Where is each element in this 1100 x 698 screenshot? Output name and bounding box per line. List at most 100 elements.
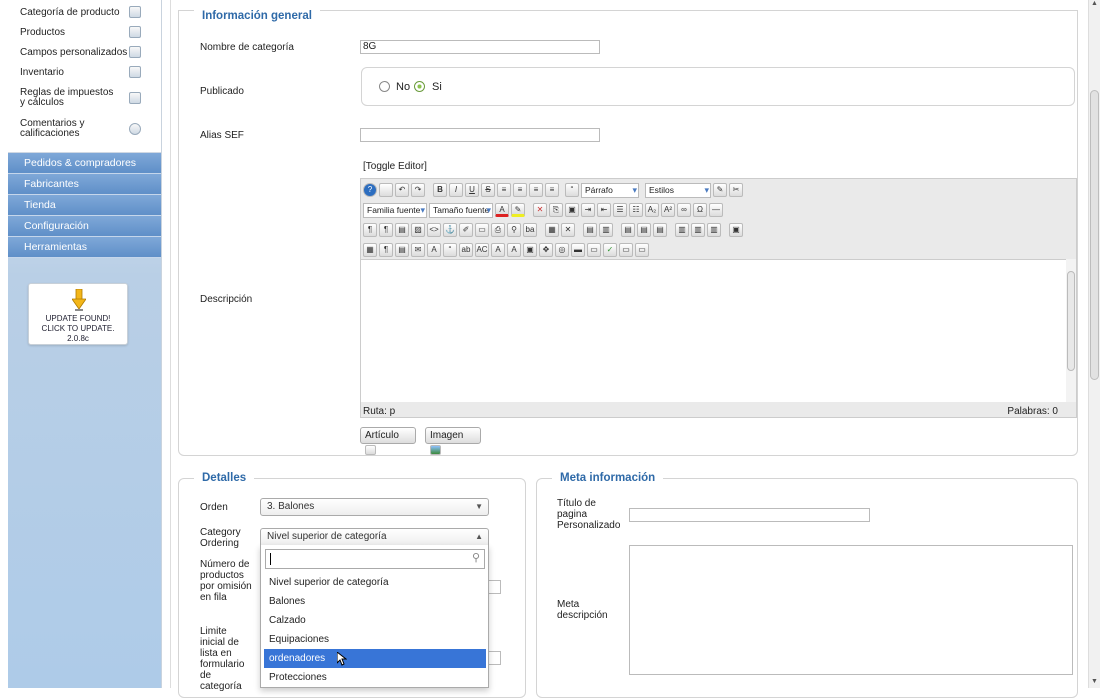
delete-table-icon[interactable]: ✕ xyxy=(561,223,575,237)
sidebar-item-product-category[interactable]: Categoría de producto xyxy=(8,2,161,22)
category-ordering-select[interactable]: Nivel superior de categoría ▲ xyxy=(260,528,489,546)
ordered-list-icon[interactable]: ☰ xyxy=(613,203,627,217)
style-props-icon[interactable]: A xyxy=(427,243,441,257)
sidebar-item-inventory[interactable]: Inventario xyxy=(8,62,161,82)
bold-icon[interactable]: B xyxy=(433,183,447,197)
sidebar-item-manufacturers[interactable]: Fabricantes xyxy=(8,174,161,195)
ins-icon[interactable]: A xyxy=(507,243,521,257)
sidebar-item-configuration[interactable]: Configuración xyxy=(8,216,161,237)
update-notice[interactable]: UPDATE FOUND! CLICK TO UPDATE. 2.0.8c xyxy=(28,283,128,345)
dropdown-option-highlighted[interactable]: ordenadores xyxy=(264,649,486,668)
code-icon[interactable]: <> xyxy=(427,223,441,237)
cell-props-icon[interactable]: ▥ xyxy=(599,223,613,237)
horizontal-rule-icon[interactable]: — xyxy=(709,203,723,217)
fullscreen-icon[interactable]: ▭ xyxy=(619,243,633,257)
anchor-icon[interactable]: ⚓ xyxy=(443,223,457,237)
font-size-select[interactable]: Tamaño fuente xyxy=(429,202,493,218)
blockquote-icon[interactable]: “ xyxy=(565,183,579,197)
scroll-up-icon[interactable]: ▲ xyxy=(1091,0,1098,7)
paste-icon[interactable]: ▣ xyxy=(565,203,579,217)
image-button[interactable]: Imagen xyxy=(425,427,481,456)
strikethrough-icon[interactable]: S xyxy=(481,183,495,197)
table-icon[interactable]: ▦ xyxy=(545,223,559,237)
sidebar-item-tools[interactable]: Herramientas xyxy=(8,237,161,258)
source-icon[interactable]: ▭ xyxy=(635,243,649,257)
email-icon[interactable]: ✉ xyxy=(411,243,425,257)
help-icon[interactable]: ? xyxy=(363,183,377,197)
del-icon[interactable]: A xyxy=(491,243,505,257)
article-button[interactable]: Artículo xyxy=(360,427,416,456)
underline-icon[interactable]: U xyxy=(465,183,479,197)
cite-icon[interactable]: “ xyxy=(443,243,457,257)
superscript-icon[interactable]: A² xyxy=(661,203,675,217)
delete-col-icon[interactable]: ▥ xyxy=(707,223,721,237)
spellcheck-icon[interactable]: ✓ xyxy=(603,243,617,257)
published-no-radio[interactable] xyxy=(379,81,390,92)
sidebar-item-products[interactable]: Productos xyxy=(8,22,161,42)
category-name-input[interactable]: 8G xyxy=(360,40,600,54)
delete-row-icon[interactable]: ▤ xyxy=(653,223,667,237)
font-family-select[interactable]: Familia fuente xyxy=(363,202,427,218)
sidebar-item-tax-rules[interactable]: Reglas de impuestos y cálculos xyxy=(8,82,161,113)
editor-content-area[interactable] xyxy=(361,259,1067,402)
link-icon[interactable]: ∞ xyxy=(677,203,691,217)
layer-icon[interactable]: ▣ xyxy=(523,243,537,257)
page-title-input[interactable] xyxy=(629,508,870,522)
media-icon[interactable]: ▤ xyxy=(395,223,409,237)
align-left-icon[interactable]: ≡ xyxy=(529,183,543,197)
highlight-icon[interactable]: ✎ xyxy=(511,203,525,217)
toggle-editor-link[interactable]: [Toggle Editor] xyxy=(363,161,427,172)
find-icon[interactable]: ⚲ xyxy=(507,223,521,237)
outdent-icon[interactable]: ⇤ xyxy=(597,203,611,217)
align-right-icon[interactable]: ≡ xyxy=(545,183,559,197)
alias-input[interactable] xyxy=(360,128,600,142)
insert-row-after-icon[interactable]: ▤ xyxy=(637,223,651,237)
new-document-icon[interactable] xyxy=(379,183,393,197)
dropdown-option[interactable]: Nivel superior de categoría xyxy=(264,573,486,592)
published-yes-radio[interactable] xyxy=(414,81,425,92)
sidebar-item-orders[interactable]: Pedidos & compradores xyxy=(8,153,161,174)
unordered-list-icon[interactable]: ☷ xyxy=(629,203,643,217)
preview-icon[interactable]: ▭ xyxy=(475,223,489,237)
show-blocks-icon[interactable]: ¶ xyxy=(379,243,393,257)
special-char-icon[interactable]: Ω xyxy=(693,203,707,217)
align-justify-icon[interactable]: ≡ xyxy=(497,183,511,197)
move-layer-icon[interactable]: ✥ xyxy=(539,243,553,257)
text-color-icon[interactable]: A xyxy=(495,203,509,217)
dropdown-option[interactable]: Balones xyxy=(264,592,486,611)
redo-icon[interactable]: ↷ xyxy=(411,183,425,197)
scroll-thumb[interactable] xyxy=(1090,90,1099,380)
scroll-down-icon[interactable]: ▼ xyxy=(1091,678,1098,685)
image-icon[interactable]: ▨ xyxy=(411,223,425,237)
dropdown-option[interactable]: Calzado xyxy=(264,611,486,630)
row-props-icon[interactable]: ▤ xyxy=(583,223,597,237)
template-icon[interactable]: ▤ xyxy=(395,243,409,257)
nonbreak-icon[interactable]: ▬ xyxy=(571,243,585,257)
sidebar-item-comments[interactable]: Comentarios y calificaciones xyxy=(8,113,161,144)
visual-aid-icon[interactable]: ▦ xyxy=(363,243,377,257)
sidebar-item-store[interactable]: Tienda xyxy=(8,195,161,216)
abbr-icon[interactable]: ab xyxy=(459,243,473,257)
editor-scrollbar[interactable] xyxy=(1066,259,1076,402)
copy-icon[interactable]: ⎘ xyxy=(549,203,563,217)
italic-icon[interactable]: I xyxy=(449,183,463,197)
pagebreak-icon[interactable]: ▭ xyxy=(587,243,601,257)
acronym-icon[interactable]: AC xyxy=(475,243,489,257)
cut-icon[interactable]: ✕ xyxy=(533,203,547,217)
format-select[interactable]: Párrafo xyxy=(581,182,639,198)
print-icon[interactable]: ⎙ xyxy=(491,223,505,237)
align-center-icon[interactable]: ≡ xyxy=(513,183,527,197)
insert-col-after-icon[interactable]: ▥ xyxy=(691,223,705,237)
subscript-icon[interactable]: A₂ xyxy=(645,203,659,217)
edit-image-icon[interactable]: ✐ xyxy=(459,223,473,237)
page-scrollbar[interactable]: ▲ ▼ xyxy=(1088,0,1100,688)
insert-col-before-icon[interactable]: ▥ xyxy=(675,223,689,237)
dropdown-option[interactable]: Equipaciones xyxy=(264,630,486,649)
order-select[interactable]: 3. Balones ▼ xyxy=(260,498,489,516)
replace-icon[interactable]: ba xyxy=(523,223,537,237)
dropdown-option[interactable]: Protecciones xyxy=(264,668,486,687)
indent-icon[interactable]: ⇥ xyxy=(581,203,595,217)
styles-select[interactable]: Estilos xyxy=(645,182,711,198)
dropdown-search-input[interactable]: ⚲ xyxy=(265,549,485,569)
cleanup-icon[interactable]: ✂ xyxy=(729,183,743,197)
